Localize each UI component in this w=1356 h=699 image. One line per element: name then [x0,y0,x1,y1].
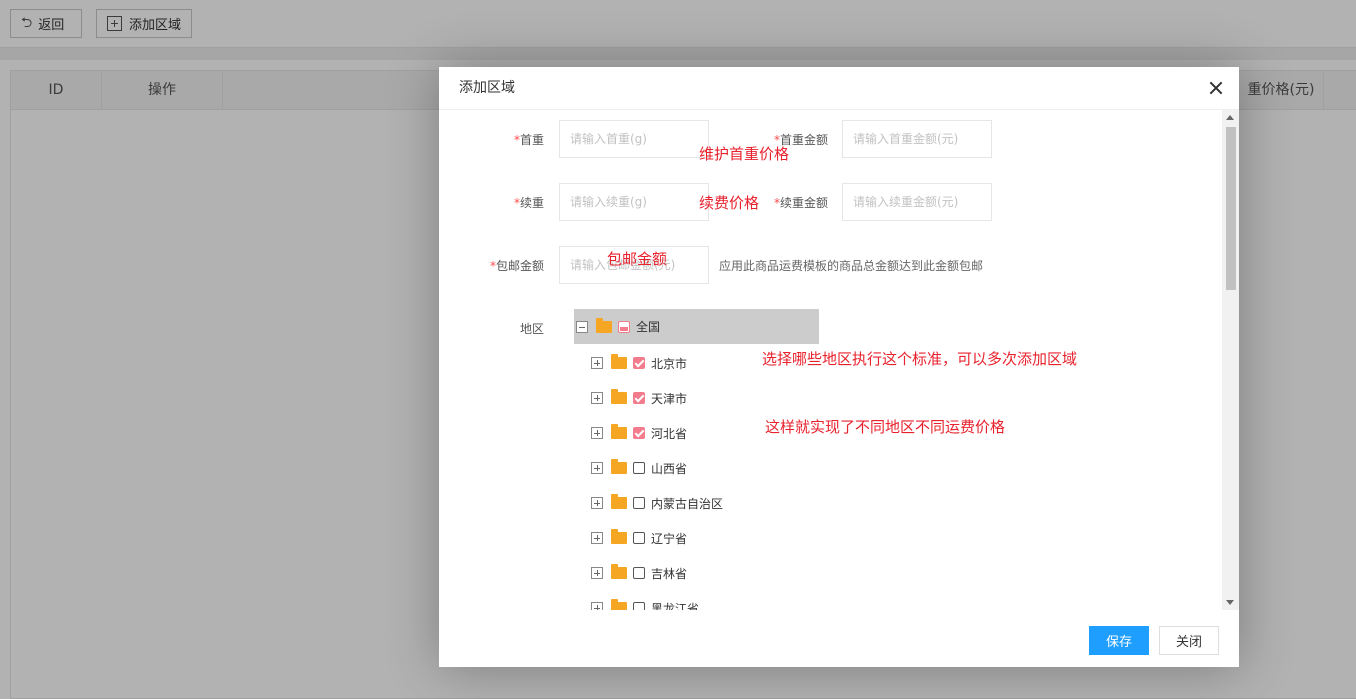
tree-node-heilongjiang[interactable]: 黑龙江省 [591,596,699,610]
first-amount-input[interactable] [842,120,992,158]
tree-node-root[interactable]: 全国 [574,309,819,344]
expand-icon[interactable] [591,392,603,404]
annotation-different-prices: 这样就实现了不同地区不同运费价格 [765,418,1006,436]
extra-amount-label: *续重金额 [773,196,828,210]
tree-node-jilin[interactable]: 吉林省 [591,561,687,585]
expand-icon[interactable] [591,532,603,544]
expand-icon[interactable] [591,427,603,439]
annotation-extra-price: 续费价格 [699,194,760,212]
checkbox-unchecked[interactable] [633,567,645,579]
folder-icon [611,564,627,579]
folder-icon [611,494,627,509]
checkbox-checked[interactable] [633,392,645,404]
tree-node-shanxi[interactable]: 山西省 [591,456,687,480]
extra-weight-label: *续重 [513,196,544,210]
tree-node-label: 山西省 [651,461,688,476]
folder-open-icon [596,317,612,333]
region-label: 地区 [519,322,544,336]
tree-node-inner-mongolia[interactable]: 内蒙古自治区 [591,491,723,515]
free-shipping-hint: 应用此商品运费模板的商品总金额达到此金额包邮 [719,259,984,273]
folder-icon [611,354,627,369]
folder-icon [611,459,627,474]
scrollbar-thumb[interactable] [1226,127,1236,290]
expand-icon[interactable] [591,357,603,369]
folder-icon [611,424,627,439]
expand-icon[interactable] [591,497,603,509]
collapse-icon[interactable] [576,320,588,333]
tree-node-label: 吉林省 [651,566,688,581]
tree-node-label: 全国 [636,320,661,334]
close-button[interactable]: 关闭 [1159,626,1219,655]
tree-node-label: 北京市 [651,356,688,371]
dialog-body: *首重 *首重金额 *续重 *续重金额 *包邮金额 应用此商品运费模板的商品总金… [439,110,1239,610]
tree-node-label: 河北省 [651,426,688,441]
expand-icon[interactable] [591,602,603,610]
tree-node-label: 内蒙古自治区 [651,496,724,511]
folder-icon [611,389,627,404]
dialog-title: 添加区域 [459,80,515,96]
checkbox-partial[interactable] [618,320,630,333]
tree-node-label: 黑龙江省 [651,601,700,611]
checkbox-checked[interactable] [633,427,645,439]
scroll-up-icon[interactable] [1226,115,1234,120]
annotation-first-price: 维护首重价格 [699,145,790,163]
free-shipping-label: *包邮金额 [489,259,544,273]
add-region-dialog: 添加区域 *首重 *首重金额 *续重 *续重金额 *包邮金额 应用此商品运费模板… [439,67,1239,667]
save-button[interactable]: 保存 [1089,626,1149,655]
annotation-free-shipping: 包邮金额 [607,250,668,268]
first-weight-input[interactable] [559,120,709,158]
tree-node-label: 辽宁省 [651,531,688,546]
tree-node-tianjin[interactable]: 天津市 [591,386,687,410]
extra-weight-input[interactable] [559,183,709,221]
dialog-scrollbar[interactable] [1222,110,1239,610]
tree-node-hebei[interactable]: 河北省 [591,421,687,445]
close-icon[interactable] [1207,79,1225,97]
checkbox-unchecked[interactable] [633,602,645,610]
expand-icon[interactable] [591,462,603,474]
expand-icon[interactable] [591,567,603,579]
checkbox-unchecked[interactable] [633,532,645,544]
checkbox-unchecked[interactable] [633,462,645,474]
annotation-region-select: 选择哪些地区执行这个标准，可以多次添加区域 [762,350,1078,368]
extra-amount-input[interactable] [842,183,992,221]
folder-icon [611,529,627,544]
folder-icon [611,599,627,610]
checkbox-unchecked[interactable] [633,497,645,509]
tree-node-beijing[interactable]: 北京市 [591,351,687,375]
tree-node-liaoning[interactable]: 辽宁省 [591,526,687,550]
dialog-header: 添加区域 [439,67,1239,110]
tree-node-label: 天津市 [651,391,688,406]
first-weight-label: *首重 [513,133,544,147]
scroll-down-icon[interactable] [1226,600,1234,605]
checkbox-checked[interactable] [633,357,645,369]
